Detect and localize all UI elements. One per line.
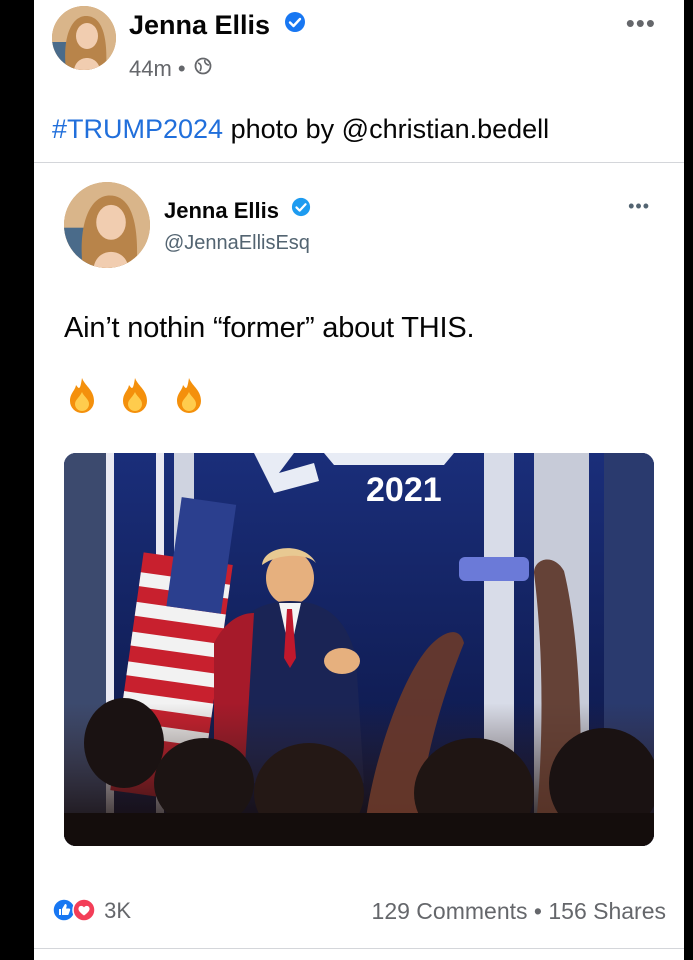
tweet-text: Ain’t nothin “former” about THIS. (64, 312, 475, 344)
author-name-text[interactable]: Jenna Ellis (129, 10, 270, 40)
fire-emoji-icon (64, 376, 100, 414)
tweet-more-options-icon[interactable]: ••• (628, 196, 650, 217)
post-caption: #TRUMP2024 photo by @christian.bedell (52, 114, 549, 145)
reaction-count[interactable]: 3K (104, 898, 131, 923)
timestamp-text[interactable]: 44m (129, 56, 172, 81)
comments-count[interactable]: 129 Comments (372, 898, 528, 924)
divider (34, 948, 684, 949)
hashtag-link[interactable]: #TRUMP2024 (52, 114, 223, 144)
author-avatar[interactable] (52, 6, 116, 70)
tweet-author-handle[interactable]: @JennaEllisEsq (164, 232, 310, 255)
post-timestamp[interactable]: 44m • (129, 56, 212, 83)
fire-emoji-icon (171, 376, 207, 414)
globe-icon (194, 55, 212, 81)
verified-badge-icon (291, 197, 311, 223)
author-name[interactable]: Jenna Ellis (129, 10, 306, 42)
tweet-author-avatar[interactable] (64, 182, 150, 268)
engagement-stats: 129 Comments • 156 Shares (372, 898, 666, 925)
separator-dot: • (533, 898, 542, 924)
verified-badge-icon (284, 9, 306, 40)
divider (34, 162, 684, 163)
shares-count[interactable]: 156 Shares (548, 898, 666, 924)
facebook-post: Jenna Ellis 44m • ••• #TRUMP2024 photo b… (34, 0, 684, 960)
stage-year-text: 2021 (366, 471, 442, 509)
tweet-author-name[interactable]: Jenna Ellis (164, 198, 311, 225)
caption-text: photo by @christian.bedell (223, 114, 550, 144)
separator-dot: • (177, 56, 186, 81)
more-options-icon[interactable]: ••• (626, 8, 656, 39)
reactions-summary[interactable]: 3K (52, 898, 131, 924)
reaction-icons (52, 898, 96, 922)
tweet-author-name-text[interactable]: Jenna Ellis (164, 198, 279, 223)
tweet-photo[interactable]: 2021 (64, 453, 654, 846)
fire-emoji-row: 🔥🔥🔥 (64, 376, 215, 415)
fire-emoji-icon (117, 376, 153, 414)
